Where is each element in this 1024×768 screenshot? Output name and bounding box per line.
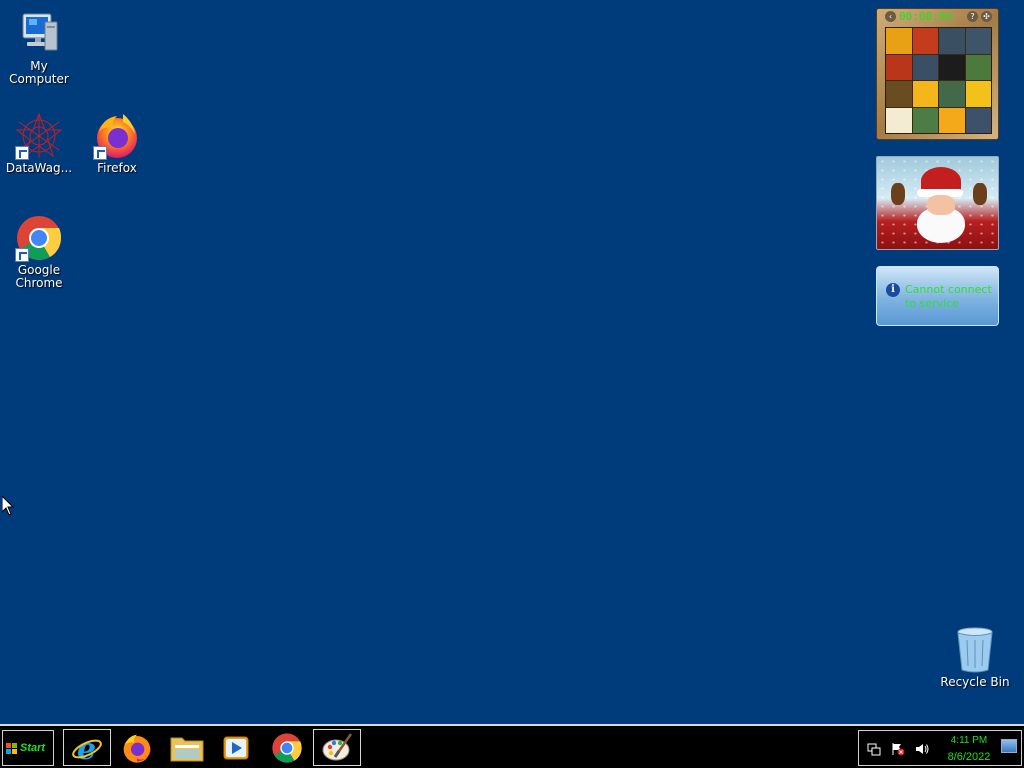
taskbar-app-paint[interactable] — [313, 729, 361, 766]
firefox-icon — [93, 112, 141, 160]
desktop-icon-recycle-bin[interactable]: Recycle Bin — [936, 626, 1014, 689]
back-icon[interactable]: ‹ — [885, 11, 896, 22]
puzzle-grid[interactable] — [885, 27, 992, 134]
desktop-icon-google-chrome[interactable]: Google Chrome — [0, 214, 78, 290]
volume-icon[interactable] — [915, 742, 929, 756]
windows-flag-icon — [6, 743, 18, 755]
paint-palette-icon — [322, 732, 353, 760]
taskbar-app-chrome[interactable] — [263, 729, 311, 766]
show-desktop-button[interactable] — [1001, 739, 1017, 753]
puzzle-tile[interactable] — [939, 107, 965, 133]
system-tray: 4:11 PM 8/6/2022 — [858, 730, 1022, 766]
network-icon[interactable] — [867, 742, 881, 756]
santa-face — [927, 195, 955, 215]
shortcut-arrow-icon — [15, 146, 29, 160]
puzzle-tile[interactable] — [939, 28, 965, 54]
start-button[interactable]: Start — [2, 730, 54, 766]
media-player-icon — [223, 736, 249, 759]
shortcut-arrow-icon — [15, 248, 29, 262]
puzzle-tile[interactable] — [886, 107, 912, 133]
puzzle-tile[interactable] — [886, 28, 912, 54]
puzzle-timer: 00:00:00 — [899, 10, 952, 23]
service-error-message: Cannot connect to service — [905, 283, 992, 310]
slideshow-gadget[interactable] — [876, 156, 999, 250]
puzzle-toolbar: ‹ 00:00:00 ? ✣ — [877, 9, 998, 25]
puzzle-tile[interactable] — [939, 54, 965, 80]
puzzle-tile[interactable] — [965, 54, 991, 80]
chrome-icon — [272, 732, 302, 763]
desktop-icon-label: My Computer — [9, 59, 69, 86]
ie-icon: e — [72, 732, 102, 764]
taskbar-app-media-player[interactable] — [212, 729, 260, 766]
puzzle-tile[interactable] — [939, 81, 965, 107]
taskbar-app-firefox[interactable] — [113, 729, 161, 766]
picture-puzzle-gadget[interactable]: ‹ 00:00:00 ? ✣ — [876, 8, 999, 140]
desktop-icon-label: DataWag... — [5, 161, 73, 175]
recycle-bin-icon — [951, 626, 999, 674]
feed-gadget[interactable]: i Cannot connect to service — [876, 266, 999, 326]
puzzle-tile[interactable] — [912, 28, 938, 54]
desktop-icon-my-computer[interactable]: My Computer — [0, 10, 78, 86]
action-center-flag-icon[interactable] — [891, 742, 905, 756]
puzzle-tile[interactable] — [912, 107, 938, 133]
clock-date[interactable]: 8/6/2022 — [939, 751, 999, 763]
right-hand — [973, 183, 987, 205]
svg-text:e: e — [77, 732, 96, 764]
desktop-icon-datawagon[interactable]: DataWag... — [0, 112, 78, 175]
chrome-icon — [15, 214, 63, 262]
puzzle-tile[interactable] — [912, 81, 938, 107]
puzzle-tile[interactable] — [912, 54, 938, 80]
taskbar-app-file-explorer[interactable] — [163, 729, 211, 766]
puzzle-tile[interactable] — [965, 107, 991, 133]
left-hand — [891, 183, 905, 205]
puzzle-tile[interactable] — [965, 81, 991, 107]
computer-icon — [15, 10, 63, 58]
taskbar: Start e 4:11 PM 8/6/2022 — [0, 724, 1024, 768]
desktop-icon-label: Google Chrome — [15, 263, 63, 290]
shortcut-arrow-icon — [93, 146, 107, 160]
help-icon[interactable]: ? — [967, 11, 978, 22]
puzzle-tile[interactable] — [886, 54, 912, 80]
clock-time[interactable]: 4:11 PM — [941, 735, 997, 746]
firefox-icon — [123, 734, 151, 763]
folder-icon — [170, 737, 204, 761]
start-label: Start — [20, 742, 46, 754]
shuffle-icon[interactable]: ✣ — [981, 11, 992, 22]
datawagon-icon — [15, 112, 63, 160]
desktop-icon-firefox[interactable]: Firefox — [78, 112, 156, 175]
desktop-icon-label: Recycle Bin — [940, 675, 1010, 689]
puzzle-tile[interactable] — [965, 28, 991, 54]
desktop-icon-label: Firefox — [97, 161, 137, 175]
taskbar-app-internet-explorer[interactable]: e — [63, 729, 111, 766]
info-icon: i — [886, 283, 900, 297]
puzzle-tile[interactable] — [886, 81, 912, 107]
